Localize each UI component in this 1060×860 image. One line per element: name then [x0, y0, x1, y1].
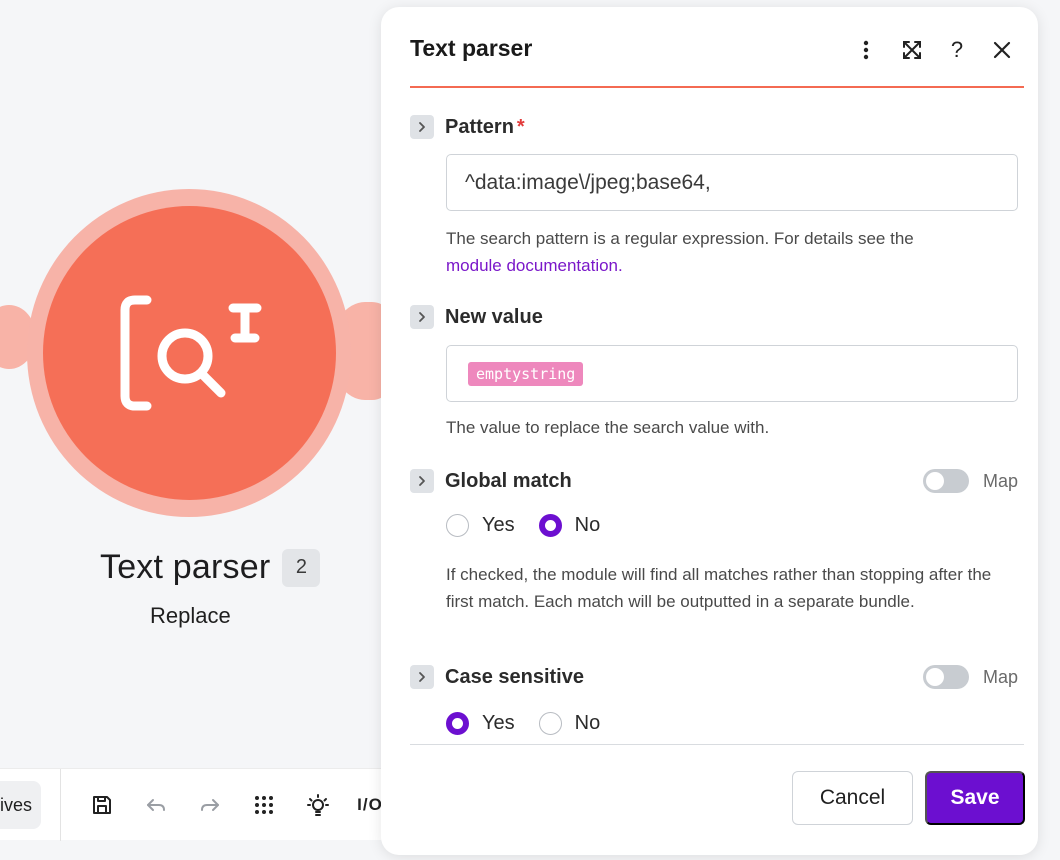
panel-title: Text parser	[410, 35, 533, 61]
expand-icon[interactable]	[899, 37, 925, 63]
case-sensitive-field: Case sensitive Map Yes No	[410, 663, 1018, 743]
new-value-expand-button[interactable]	[410, 305, 434, 329]
case-sensitive-no-option[interactable]: No	[538, 711, 601, 735]
text-parser-module[interactable]	[43, 206, 336, 500]
pattern-help: The search pattern is a regular expressi…	[446, 225, 1006, 279]
module-documentation-link[interactable]: module documentation.	[446, 256, 623, 275]
chevron-right-icon	[419, 312, 425, 322]
radio-button-selected[interactable]	[538, 513, 562, 537]
radio-button[interactable]	[538, 711, 562, 735]
toggle-knob	[925, 668, 944, 686]
case-sensitive-yes-label: Yes	[482, 711, 515, 734]
global-match-expand-button[interactable]	[410, 469, 434, 493]
undo-icon[interactable]	[142, 791, 170, 819]
close-icon[interactable]	[989, 37, 1015, 63]
global-match-map-label: Map	[982, 470, 1018, 491]
toolbar-chip[interactable]: ives	[0, 781, 41, 829]
more-vertical-icon[interactable]	[853, 37, 879, 63]
new-value-input[interactable]: emptystring	[446, 345, 1018, 402]
emptystring-pill[interactable]: emptystring	[468, 361, 584, 386]
pattern-field: Pattern * ^data:image\/jpeg;base64, The …	[410, 113, 1018, 279]
radio-button-selected[interactable]	[446, 711, 469, 735]
new-value-help: The value to replace the search value wi…	[446, 418, 770, 437]
panel-footer: Cancel Save	[410, 744, 1025, 855]
redo-icon[interactable]	[196, 791, 224, 819]
case-sensitive-map-label: Map	[982, 666, 1018, 687]
case-sensitive-yes-option[interactable]: Yes	[446, 711, 515, 735]
chevron-right-icon	[419, 476, 425, 486]
save-icon[interactable]	[88, 791, 116, 819]
pattern-help-text: The search pattern is a regular expressi…	[446, 229, 914, 248]
module-subtitle: Replace	[150, 603, 231, 628]
new-value-label: New value	[445, 305, 543, 328]
pattern-input[interactable]: ^data:image\/jpeg;base64,	[446, 154, 1018, 211]
radio-button[interactable]	[446, 513, 469, 537]
required-marker: *	[516, 115, 525, 138]
module-settings-panel: Text parser ? Pattern * ^data:image\/jpe…	[381, 7, 1038, 855]
chevron-right-icon	[419, 122, 425, 132]
global-match-yes-label: Yes	[482, 513, 515, 536]
text-search-icon	[115, 288, 265, 418]
new-value-field: New value emptystring The value to repla…	[410, 303, 1018, 441]
global-match-no-option[interactable]: No	[538, 513, 601, 537]
global-match-help: If checked, the module will find all mat…	[446, 565, 992, 611]
chevron-right-icon	[419, 672, 425, 682]
toolbar-divider	[60, 769, 61, 841]
pattern-expand-button[interactable]	[410, 115, 434, 139]
global-match-field: Global match Map Yes No If checked, the …	[410, 467, 1018, 615]
module-id-badge: 2	[282, 548, 321, 587]
io-icon[interactable]: I/O	[357, 791, 382, 819]
bottom-toolbar: ives I/O	[0, 768, 400, 841]
global-match-label: Global match	[445, 469, 572, 492]
case-sensitive-radio-group: Yes No	[446, 703, 1018, 743]
module-title: Text parser	[100, 548, 271, 586]
pattern-label: Pattern	[445, 115, 514, 138]
save-button[interactable]: Save	[925, 771, 1025, 825]
global-match-yes-option[interactable]: Yes	[446, 513, 515, 537]
help-icon[interactable]: ?	[944, 37, 970, 63]
case-sensitive-map-toggle[interactable]	[922, 665, 969, 689]
global-match-no-label: No	[574, 513, 601, 536]
global-match-radio-group: Yes No	[446, 505, 1018, 545]
toggle-knob	[925, 472, 944, 490]
cancel-button[interactable]: Cancel	[792, 771, 913, 825]
case-sensitive-label: Case sensitive	[445, 665, 584, 688]
case-sensitive-expand-button[interactable]	[410, 665, 434, 689]
grid-dots-icon[interactable]	[250, 791, 278, 819]
case-sensitive-no-label: No	[574, 711, 601, 734]
panel-header: Text parser ?	[410, 7, 1024, 88]
global-match-map-toggle[interactable]	[922, 469, 969, 493]
lightbulb-icon[interactable]	[304, 791, 332, 819]
